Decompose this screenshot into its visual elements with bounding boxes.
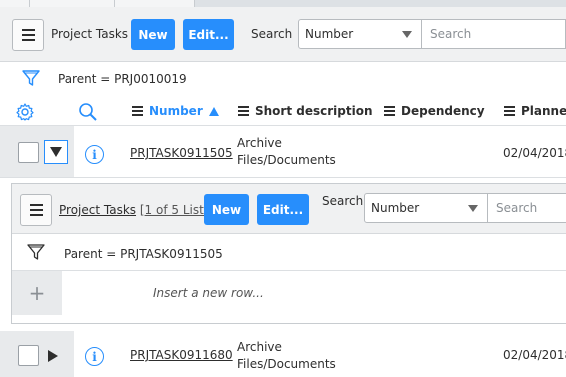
edit-button[interactable]: Edit... [183,19,234,50]
tab-strip-segment [0,0,30,7]
nested-list-title[interactable]: Project Tasks [59,203,136,217]
hamburger-icon[interactable] [12,19,44,51]
edit-button[interactable]: Edit... [257,194,309,225]
insert-new-row[interactable]: Insert a new row... [153,285,264,302]
column-planned[interactable]: Planned [504,104,566,118]
new-button[interactable]: New [204,194,249,225]
info-icon[interactable]: i [85,347,104,366]
short-description-line: Archive [237,340,282,354]
expand-triangle-icon[interactable] [48,350,58,365]
row-checkbox[interactable] [18,345,39,366]
search-icon[interactable] [78,102,98,125]
dropdown-caret-icon [402,31,412,38]
column-dependency[interactable]: Dependency [384,104,485,118]
short-description-line: Files/Documents [237,153,336,167]
add-row-icon[interactable]: + [12,271,62,315]
short-description: Archive Files/Documents [237,135,336,169]
row-checkbox[interactable] [18,142,39,163]
list-header: Project Tasks New Edit... Search Number … [0,7,566,62]
search-field-select[interactable]: Number [298,19,422,49]
planned-date: 02/04/2018 [503,146,566,160]
search-field-select[interactable]: Number [364,193,488,223]
divider [0,125,566,126]
search-field-value: Number [371,201,420,215]
filter-breadcrumb[interactable]: Parent = PRJ0010019 [58,71,187,88]
short-description: Archive Files/Documents [237,339,336,373]
column-menu-icon[interactable] [132,106,143,116]
task-number-link[interactable]: PRJTASK0911680 [130,348,233,362]
task-number-link[interactable]: PRJTASK0911505 [130,146,233,160]
column-menu-icon[interactable] [504,106,515,116]
nested-title-group: Project Tasks [1 of 5 Lists] [59,203,215,217]
short-description-line: Archive [237,136,282,150]
search-field-value: Number [305,27,354,41]
tab-strip-segment [115,0,195,7]
tab-strip-segment [30,0,115,7]
sort-ascending-icon [208,106,219,116]
filter-funnel-icon[interactable] [26,242,46,265]
planned-date: 02/04/2018 [503,348,566,362]
tab-strip [0,0,566,7]
column-menu-icon[interactable] [384,106,395,116]
new-button[interactable]: New [131,19,175,50]
search-label: Search [322,194,364,208]
short-description-line: Files/Documents [237,357,336,371]
divider [0,177,566,178]
dropdown-caret-icon [468,205,478,212]
column-short-description[interactable]: Short description [238,104,373,118]
nested-related-list: Project Tasks [1 of 5 Lists] New Edit...… [11,183,566,324]
gear-icon[interactable] [15,102,35,125]
search-label: Search [251,27,293,41]
column-short-description-label[interactable]: Short description [255,104,373,118]
search-input[interactable]: Search [488,193,566,223]
hamburger-icon[interactable] [20,194,52,226]
list-title: Project Tasks [51,27,129,41]
column-number-label[interactable]: Number [149,104,203,118]
column-planned-label[interactable]: Planned [521,104,566,118]
filter-funnel-icon[interactable] [21,68,41,91]
filter-breadcrumb[interactable]: Parent = PRJTASK0911505 [64,246,223,263]
collapse-triangle-icon[interactable] [44,140,68,164]
column-number[interactable]: Number [132,104,219,118]
column-menu-icon[interactable] [238,106,249,116]
info-icon[interactable]: i [85,145,104,164]
divider [12,270,566,271]
search-input[interactable]: Search [422,19,566,49]
column-dependency-label[interactable]: Dependency [401,104,485,118]
